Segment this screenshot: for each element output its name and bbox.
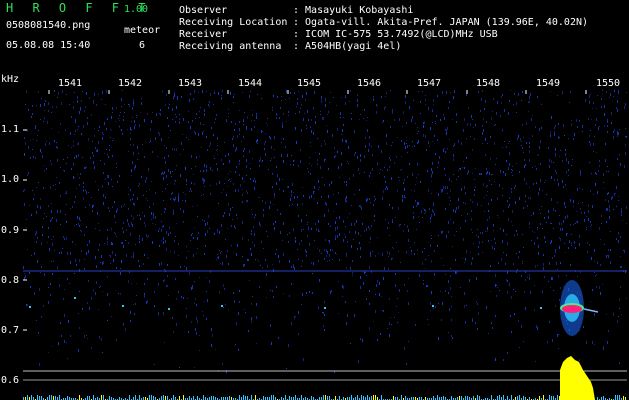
y-axis-unit: kHz [1, 74, 20, 85]
x-tick-label: 1549 [536, 78, 561, 89]
meteor-count: 6 [139, 40, 146, 51]
file-name: 0508081540.png [6, 20, 91, 31]
y-tick-label: 0.7 [1, 325, 20, 336]
x-tick-label: 1542 [118, 78, 143, 89]
x-tick-label: 1543 [178, 78, 203, 89]
location-label: Receiving Location [179, 17, 288, 28]
receiver-value: : ICOM IC-575 53.7492(@LCD)MHz USB [293, 29, 498, 40]
observer-value: : Masayuki Kobayashi [293, 5, 414, 16]
bottom-noise-band [23, 395, 626, 400]
x-axis-ticks [48, 90, 587, 94]
noise-field [23, 90, 627, 373]
observer-label: Observer [179, 5, 228, 16]
x-tick-label: 1541 [58, 78, 83, 89]
y-tick-label: 1.0 [1, 174, 20, 185]
y-tick-label: 0.8 [1, 275, 20, 286]
signal-dots [29, 297, 542, 310]
date-time: 05.08.08 15:40 [6, 40, 91, 51]
y-tick-label: 0.6 [1, 375, 20, 386]
meteor-label: meteor [124, 25, 161, 36]
x-tick-label: 1544 [238, 78, 263, 89]
x-tick-label: 1548 [476, 78, 501, 89]
y-tick-label: 1.1 [1, 124, 20, 135]
y-axis-ticks [23, 129, 27, 381]
x-tick-label: 1547 [417, 78, 442, 89]
x-tick-label: 1545 [297, 78, 322, 89]
antenna-value: : A504HB(yagi 4el) [293, 41, 402, 52]
receiver-label: Receiver [179, 29, 228, 40]
audio-signal [560, 356, 595, 400]
location-value: : Ogata-vill. Akita-Pref. JAPAN (139.96E… [293, 17, 589, 28]
antenna-label: Receiving antenna [179, 41, 282, 52]
meteor-echo [560, 280, 599, 336]
x-tick-label: 1546 [357, 78, 382, 89]
x-tick-label: 1550 [596, 78, 621, 89]
spectrogram-plot [23, 90, 627, 400]
app-version: 1.00 [124, 4, 149, 15]
y-tick-label: 0.9 [1, 225, 20, 236]
